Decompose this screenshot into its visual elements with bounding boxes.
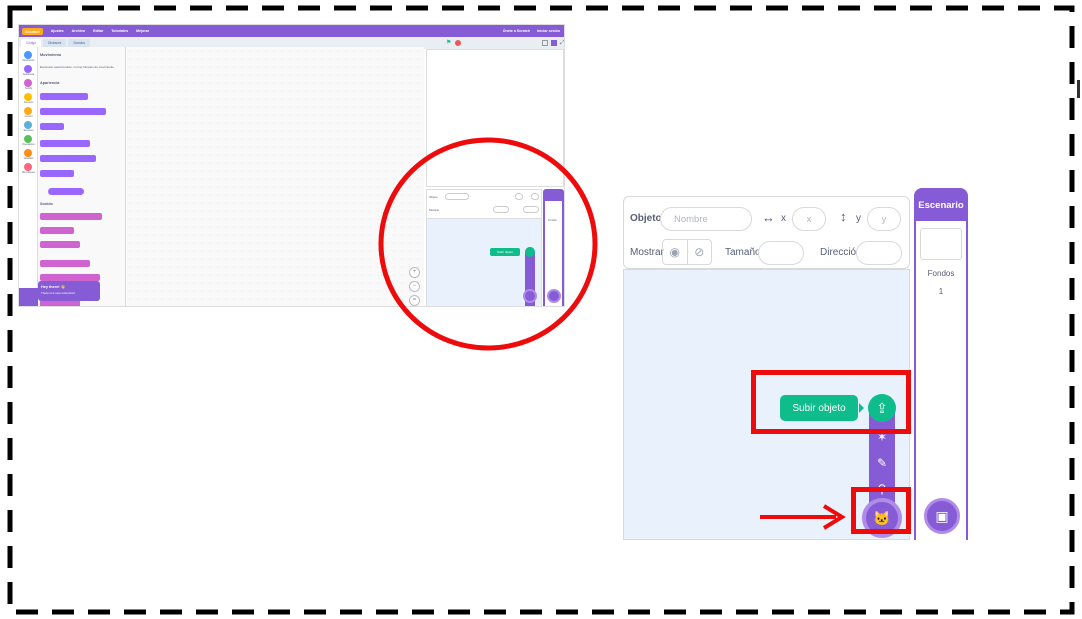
y-arrows-icon: ↕ [840, 209, 847, 224]
backdrops-label: Fondos [927, 269, 955, 278]
sprite-name-input[interactable]: Nombre [660, 207, 752, 231]
y-label: y [856, 213, 861, 224]
size-input[interactable] [758, 241, 804, 265]
show-label: Mostrar [630, 247, 664, 258]
stage-thumbnail[interactable] [920, 228, 962, 260]
x-input[interactable]: x [792, 207, 826, 231]
stage-selector-body: Fondos 1 [916, 221, 966, 540]
choose-backdrop-button[interactable]: ▣ [924, 498, 960, 534]
backdrops-count: 1 [938, 287, 944, 296]
y-input[interactable]: y [867, 207, 901, 231]
stage-header: Escenario [918, 200, 964, 211]
edge-mark [1077, 80, 1080, 98]
sprite-panel-zoom: Objeto Nombre ↔ x x ↕ y y Mostrar ◉ ⊘ Ta… [618, 188, 972, 540]
size-label: Tamaño [725, 247, 761, 258]
visibility-toggle: ◉ ⊘ [662, 239, 712, 265]
paint-icon[interactable]: ✎ [869, 450, 895, 476]
x-arrows-icon: ↔ [762, 210, 775, 225]
red-arrow-icon [760, 504, 846, 530]
stage-selector[interactable]: Escenario Fondos 1 [914, 188, 968, 540]
sprite-info: Objeto Nombre ↔ x x ↕ y y Mostrar ◉ ⊘ Ta… [623, 196, 910, 269]
sprite-button-highlight-box [851, 487, 911, 534]
sprite-label: Objeto [630, 213, 662, 224]
hide-eye-icon[interactable]: ⊘ [686, 240, 712, 264]
upload-sprite-icon[interactable]: ⇪ [868, 394, 896, 422]
x-label: x [781, 213, 786, 224]
show-eye-icon[interactable]: ◉ [663, 240, 687, 264]
direction-input[interactable] [856, 241, 902, 265]
